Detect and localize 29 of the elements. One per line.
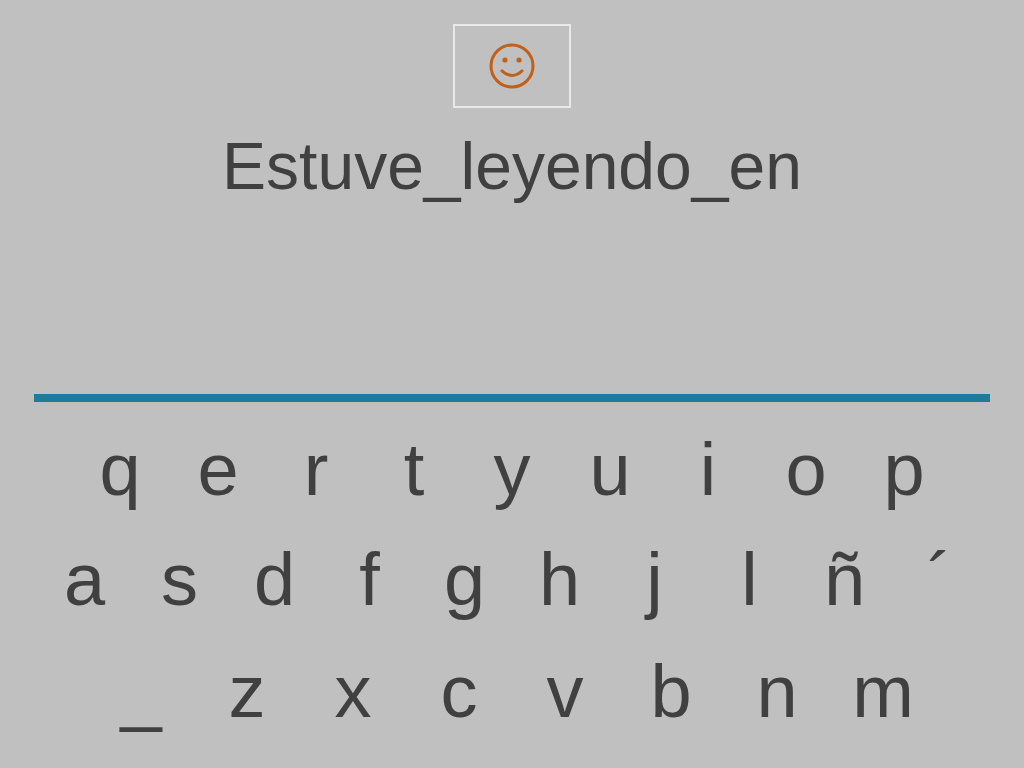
letter-key[interactable]: s xyxy=(132,530,227,630)
letter-key[interactable]: l xyxy=(702,530,797,630)
letter-key[interactable]: j xyxy=(607,530,702,630)
letter-key[interactable]: q xyxy=(71,420,169,520)
letter-key[interactable]: i xyxy=(659,420,757,520)
letter-key[interactable]: f xyxy=(322,530,417,630)
letter-key[interactable]: u xyxy=(561,420,659,520)
letter-key[interactable]: z xyxy=(194,642,300,742)
smiley-icon xyxy=(487,41,537,91)
letter-key[interactable]: p xyxy=(855,420,953,520)
letter-key[interactable]: n xyxy=(724,642,830,742)
letter-key[interactable]: r xyxy=(267,420,365,520)
letter-key[interactable]: _ xyxy=(88,642,194,742)
letter-key[interactable]: c xyxy=(406,642,512,742)
letter-key[interactable]: ñ xyxy=(797,530,892,630)
letter-key[interactable]: y xyxy=(463,420,561,520)
letter-key[interactable]: a xyxy=(37,530,132,630)
letter-key[interactable]: ´ xyxy=(892,530,987,630)
letter-key[interactable]: t xyxy=(365,420,463,520)
letter-key[interactable]: x xyxy=(300,642,406,742)
prompt-text: Estuve_leyendo_en xyxy=(222,128,802,204)
letter-key[interactable]: v xyxy=(512,642,618,742)
letter-key[interactable]: o xyxy=(757,420,855,520)
letter-key[interactable]: b xyxy=(618,642,724,742)
letter-key[interactable]: e xyxy=(169,420,267,520)
letter-key[interactable]: h xyxy=(512,530,607,630)
letter-key[interactable]: g xyxy=(417,530,512,630)
letter-key[interactable]: d xyxy=(227,530,322,630)
letter-key[interactable]: m xyxy=(830,642,936,742)
